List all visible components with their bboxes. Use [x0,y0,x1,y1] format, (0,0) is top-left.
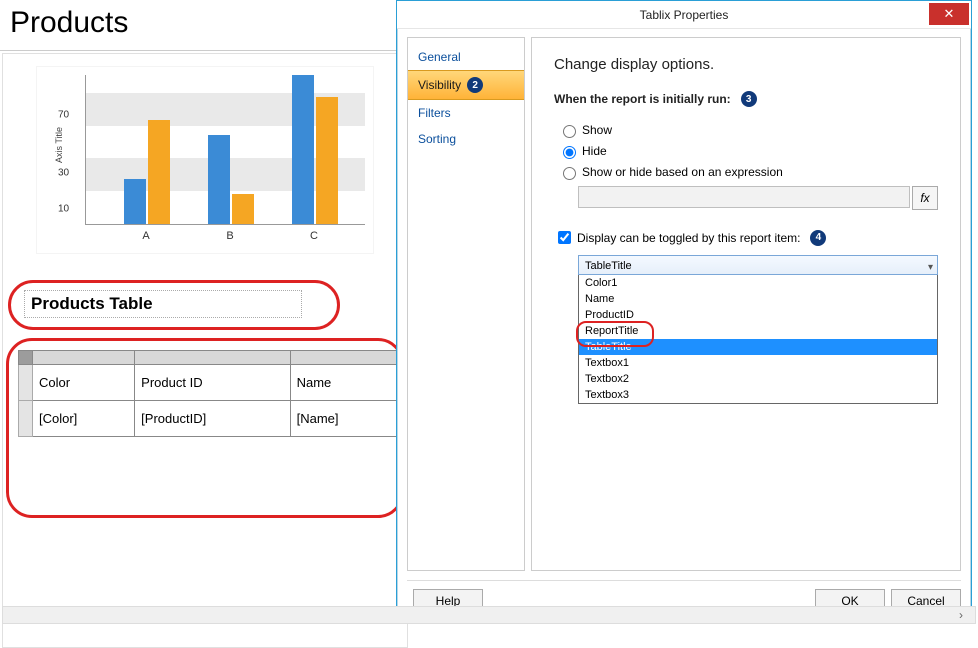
preview-chart: Axis Title 10 30 70 A B C [36,66,374,254]
toggle-checkbox-row[interactable]: Display can be toggled by this report it… [554,228,938,247]
tablix-corner-handle[interactable] [19,351,33,365]
close-button[interactable]: ✕ [929,3,969,25]
dialog-nav-pane: General Visibility 2 Filters Sorting [407,37,525,571]
expression-fx-button[interactable]: fx [912,186,938,210]
nav-sorting[interactable]: Sorting [408,126,524,152]
x-category: C [310,230,318,242]
horizontal-scrollbar[interactable]: › [2,606,976,624]
radio-expression[interactable]: Show or hide based on an expression [558,164,938,180]
data-cell[interactable]: [Name] [290,401,399,437]
bar [124,179,146,224]
radio-show-input[interactable] [563,125,576,138]
radio-show[interactable]: Show [558,122,938,138]
radio-expression-input[interactable] [563,167,576,180]
radio-expression-label: Show or hide based on an expression [582,165,783,179]
data-cell[interactable]: [ProductID] [135,401,290,437]
radio-hide[interactable]: Hide [558,143,938,159]
combobox-option-selected[interactable]: TableTitle [579,339,937,355]
initial-run-label: When the report is initially run: [554,92,731,106]
chart-y-axis-title: Axis Title [54,127,64,163]
report-body: Axis Title 10 30 70 A B C [2,53,408,648]
combobox-option[interactable]: ProductID [579,307,937,323]
report-title: Products [0,0,410,51]
chevron-down-icon: ▾ [928,258,933,278]
row-handle[interactable] [19,401,33,437]
nav-visibility[interactable]: Visibility 2 [408,70,524,100]
chart-plot-area: 10 30 70 A B C [85,75,365,225]
table-title-textbox[interactable]: Products Table [24,290,302,318]
bar [148,120,170,224]
annotation-badge: 2 [467,77,483,93]
nav-filters[interactable]: Filters [408,100,524,126]
column-handle[interactable] [135,351,290,365]
tablix-properties-dialog: Tablix Properties ✕ General Visibility 2… [396,0,972,622]
nav-visibility-label: Visibility [418,78,461,92]
combobox-value: TableTitle [585,260,632,272]
radio-hide-label: Hide [582,144,607,158]
toggle-checkbox-label: Display can be toggled by this report it… [577,231,800,245]
combobox-dropdown: Color1 Name ProductID ReportTitle TableT… [578,275,938,404]
column-handle[interactable] [290,351,399,365]
column-handle[interactable] [33,351,135,365]
column-header-cell[interactable]: Color [33,365,135,401]
data-cell[interactable]: [Color] [33,401,135,437]
radio-hide-input[interactable] [563,146,576,159]
annotation-badge: 3 [741,91,757,107]
column-header-cell[interactable]: Product ID [135,365,290,401]
dialog-content-pane: Change display options. When the report … [531,37,961,571]
y-tick: 70 [58,109,69,120]
section-heading: Change display options. [554,56,938,73]
x-category: A [142,230,149,242]
combobox-option[interactable]: Textbox3 [579,387,937,403]
report-design-surface: Products Axis Title 10 30 70 A B [0,0,410,626]
combobox-option[interactable]: Color1 [579,275,937,291]
bar [316,97,338,224]
combobox-option[interactable]: Textbox2 [579,371,937,387]
scroll-right-icon[interactable]: › [951,607,971,623]
nav-general[interactable]: General [408,44,524,70]
column-header-cell[interactable]: Name [290,365,399,401]
y-tick: 10 [58,203,69,214]
close-icon: ✕ [944,6,955,22]
y-tick: 30 [58,167,69,178]
bar [232,194,254,224]
dialog-title: Tablix Properties [640,8,729,22]
row-handle[interactable] [19,365,33,401]
combobox-option[interactable]: Name [579,291,937,307]
combobox-option[interactable]: Textbox1 [579,355,937,371]
radio-show-label: Show [582,123,612,137]
combobox-option[interactable]: ReportTitle [579,323,937,339]
toggle-item-combobox[interactable]: TableTitle ▾ Color1 Name ProductID Repor… [578,255,938,404]
bar [208,135,230,224]
combobox-display[interactable]: TableTitle ▾ [578,255,938,275]
expression-input[interactable] [578,186,910,208]
bar [292,75,314,224]
x-category: B [226,230,233,242]
dialog-titlebar[interactable]: Tablix Properties ✕ [397,1,971,29]
toggle-checkbox[interactable] [558,231,571,244]
annotation-badge: 4 [810,230,826,246]
tablix-design-grid[interactable]: Color Product ID Name [Color] [ProductID… [18,350,400,437]
